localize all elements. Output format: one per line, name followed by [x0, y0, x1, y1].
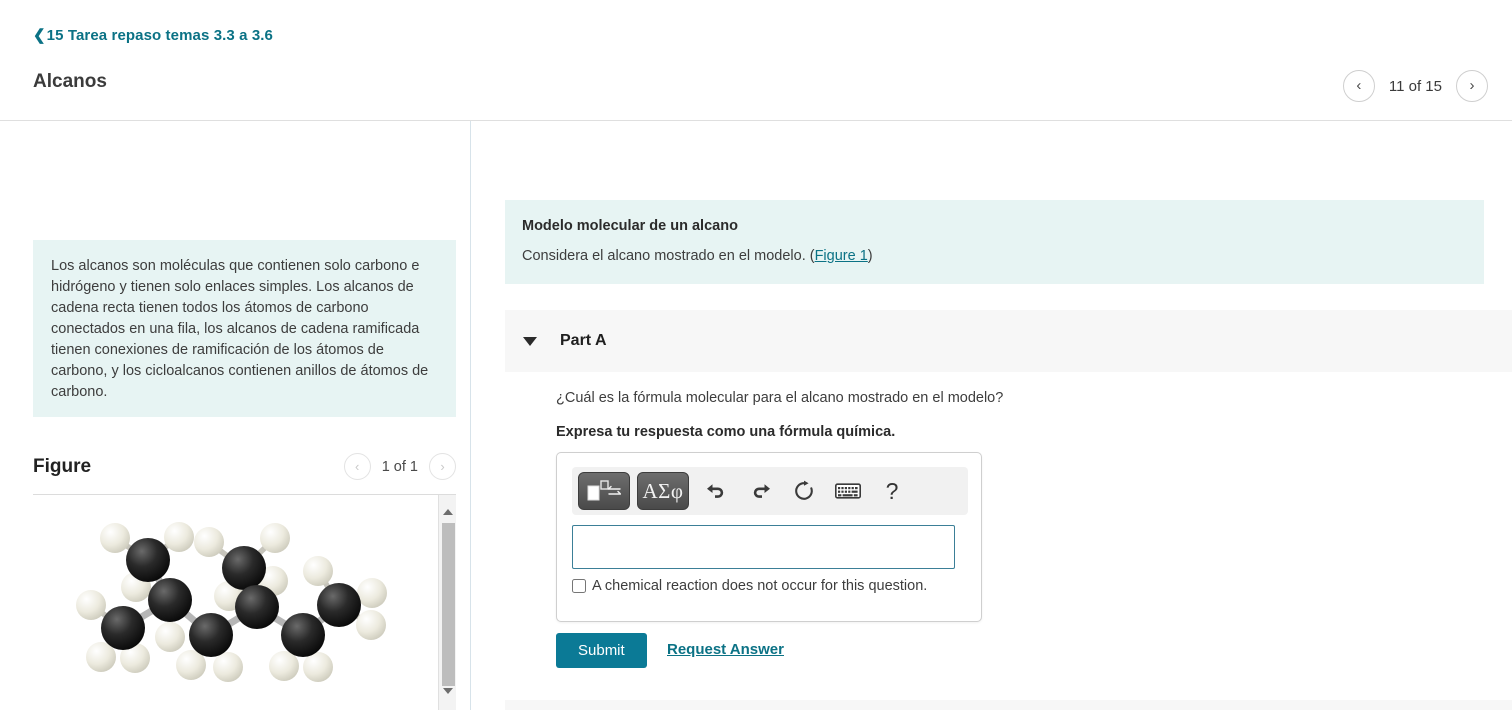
previous-question-button[interactable]: ‹	[1342, 70, 1375, 102]
keyboard-button[interactable]	[828, 472, 868, 510]
intro-text-box: Los alcanos son moléculas que contienen …	[33, 240, 456, 418]
no-reaction-checkbox[interactable]	[572, 579, 586, 593]
figure-counter: 1 of 1	[381, 458, 418, 475]
reset-circular-arrow-icon	[795, 480, 813, 500]
next-part-header[interactable]	[505, 700, 1512, 710]
scrollbar-thumb[interactable]	[442, 523, 455, 686]
question-text: Considera el alcano mostrado en el model…	[522, 248, 1466, 264]
answer-toolbar: ΑΣφ ?	[572, 467, 968, 515]
redo-button[interactable]	[740, 472, 780, 510]
assignment-pager: ‹ 11 of 15 ›	[1342, 70, 1488, 102]
chem-template-icon	[587, 480, 621, 501]
scroll-up-button[interactable]	[439, 503, 456, 521]
figure-next-button[interactable]: ›	[429, 453, 456, 480]
no-reaction-checkbox-label: A chemical reaction does not occur for t…	[592, 578, 928, 594]
figure-link[interactable]: Figure 1	[815, 248, 868, 264]
redo-arrow-icon	[753, 483, 770, 498]
figure-header: Figure ‹ 1 of 1 ›	[33, 453, 456, 480]
question-title: Modelo molecular de un alcano	[522, 218, 738, 234]
figure-panel	[33, 495, 456, 710]
question-counter: 11 of 15	[1388, 77, 1442, 95]
question-text-before: Considera el alcano mostrado en el model…	[522, 248, 815, 264]
header-divider	[0, 120, 1512, 121]
figure-previous-button[interactable]: ‹	[343, 453, 371, 480]
chevron-right-icon: ›	[440, 458, 445, 474]
part-a-instruction: Expresa tu respuesta como una fórmula qu…	[556, 424, 896, 440]
reset-button[interactable]	[784, 472, 824, 510]
request-answer-link[interactable]: Request Answer	[667, 641, 784, 658]
chevron-right-icon: ›	[1469, 77, 1475, 94]
breadcrumb[interactable]: ❮ 15 Tarea repaso temas 3.3 a 3.6	[33, 27, 273, 44]
part-a-label: Part A	[560, 332, 607, 349]
undo-arrow-icon	[706, 483, 723, 498]
column-divider	[470, 121, 471, 710]
chem-template-button[interactable]	[578, 472, 630, 510]
caret-down-icon[interactable]	[523, 336, 537, 346]
question-mark-icon: ?	[885, 477, 899, 504]
answer-widget: ΑΣφ ? A chemical reaction does not occur…	[556, 452, 982, 622]
chevron-left-icon: ‹	[355, 458, 360, 474]
next-question-button[interactable]: ›	[1456, 70, 1488, 102]
submit-button[interactable]: Submit	[556, 633, 647, 668]
question-intro-box: Modelo molecular de un alcano Considera …	[505, 200, 1484, 284]
triangle-up-icon	[443, 509, 453, 515]
part-a-prompt: ¿Cuál es la fórmula molecular para el al…	[556, 390, 1004, 406]
no-reaction-checkbox-row[interactable]: A chemical reaction does not occur for t…	[572, 578, 927, 594]
figure-pager: ‹ 1 of 1 ›	[343, 453, 456, 480]
greek-symbols-button[interactable]: ΑΣφ	[637, 472, 689, 510]
keyboard-icon	[835, 483, 861, 499]
page-title: Alcanos	[33, 71, 107, 92]
figure-scrollbar[interactable]	[438, 495, 456, 710]
answer-input[interactable]	[572, 525, 955, 569]
chevron-left-icon: ❮	[33, 27, 46, 44]
undo-button[interactable]	[696, 472, 736, 510]
figure-title: Figure	[33, 455, 92, 477]
breadcrumb-label: 15 Tarea repaso temas 3.3 a 3.6	[46, 27, 273, 44]
part-a-header[interactable]: Part A	[505, 310, 1512, 372]
molecule-model-image	[76, 522, 387, 682]
scroll-down-button[interactable]	[439, 682, 456, 700]
question-text-after: )	[867, 248, 873, 264]
greek-symbols-label: ΑΣφ	[642, 478, 684, 503]
help-button[interactable]: ?	[872, 472, 912, 510]
chevron-left-icon: ‹	[1356, 77, 1362, 94]
triangle-down-icon	[443, 688, 453, 694]
